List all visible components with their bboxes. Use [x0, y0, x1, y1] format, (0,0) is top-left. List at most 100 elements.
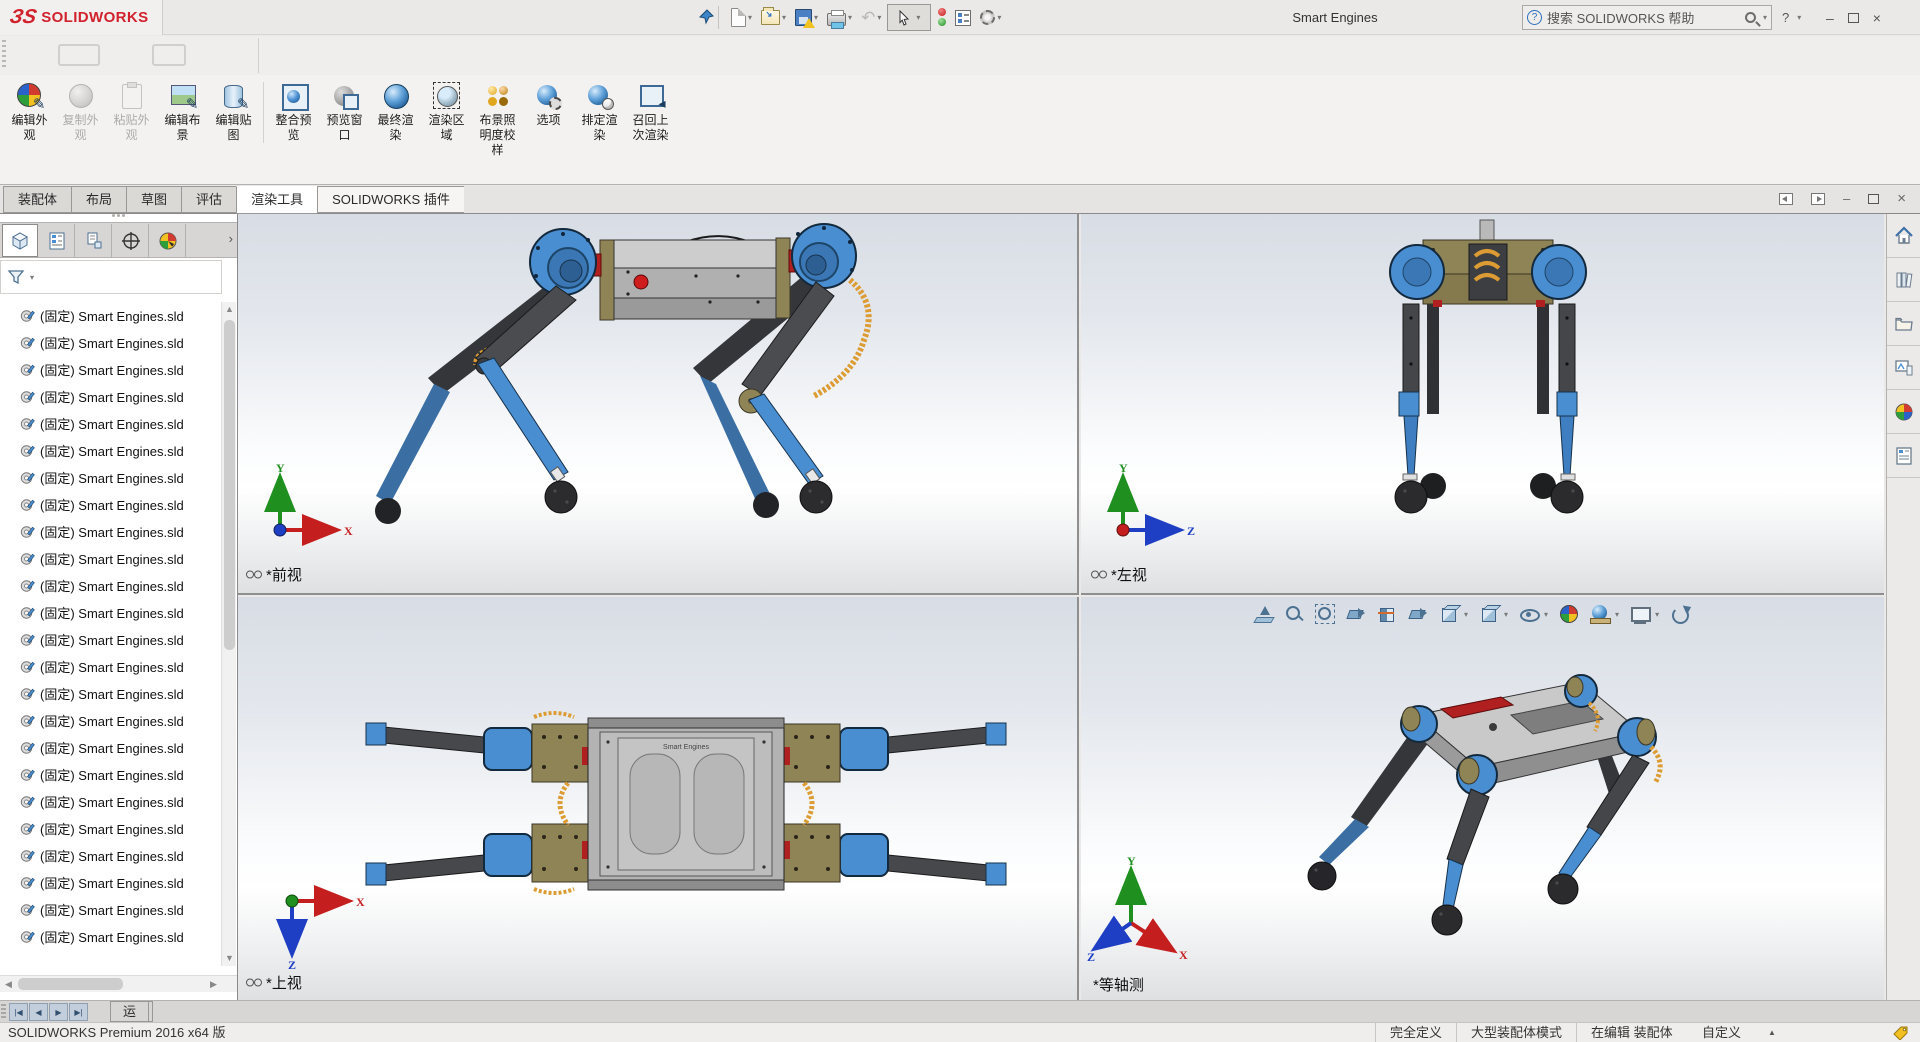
last-tab-button[interactable]: ▶| — [69, 1003, 88, 1021]
chevron-down-icon[interactable]: ▾ — [748, 13, 752, 22]
headsup-button-display-style[interactable]: ▾ — [1477, 602, 1510, 626]
save-button[interactable]: ▾ — [792, 4, 821, 32]
ribbon-button-edit-appearance[interactable]: 编辑外观 — [4, 82, 55, 143]
tree-item[interactable]: (固定) Smart Engines.sld — [0, 626, 222, 653]
ribbon-tab-evaluate[interactable]: 评估 — [181, 186, 236, 213]
chevron-down-icon[interactable]: ▾ — [1655, 610, 1659, 619]
viewport-isometric[interactable]: ▾ ▾ ▾ — [1081, 597, 1884, 1000]
collapse-pane-right-icon[interactable] — [1811, 193, 1825, 205]
tab-dimxpert-manager[interactable] — [113, 224, 149, 257]
viewport-left[interactable]: Y Z *左视 — [1081, 214, 1884, 595]
tree-item[interactable]: (固定) Smart Engines.sld — [0, 869, 222, 896]
chevron-down-icon[interactable]: ▾ — [782, 13, 786, 22]
chevron-down-icon[interactable]: ▾ — [848, 13, 852, 22]
tree-item[interactable]: (固定) Smart Engines.sld — [0, 545, 222, 572]
ribbon-button-recall-last-render[interactable]: 召回上次渲染 — [625, 82, 676, 143]
next-tab-button[interactable]: ▶ — [49, 1003, 68, 1021]
tree-item[interactable]: (固定) Smart Engines.sld — [0, 518, 222, 545]
tab-display-manager[interactable] — [150, 224, 186, 257]
ribbon-button-render-region[interactable]: 渲染区域 — [421, 82, 472, 143]
menu-item[interactable] — [192, 0, 214, 35]
tree-item[interactable]: (固定) Smart Engines.sld — [0, 356, 222, 383]
toolbar-grip[interactable] — [2, 40, 6, 70]
tree-item[interactable]: (固定) Smart Engines.sld — [0, 842, 222, 869]
headsup-button-zoom-to-area[interactable] — [1282, 602, 1306, 626]
document-tab-motion-study[interactable]: 运动算例 1 — [110, 1001, 149, 1022]
headsup-button-rotate-view[interactable] — [1668, 602, 1692, 626]
chevron-down-icon[interactable]: ▾ — [1797, 13, 1801, 22]
custom-properties-tab[interactable] — [1887, 434, 1920, 478]
ribbon-button-final-render[interactable]: 最终渲染 — [370, 82, 421, 143]
open-button[interactable]: ▾ — [758, 4, 789, 32]
scroll-left-icon[interactable]: ◀ — [1, 977, 16, 992]
tree-item[interactable]: (固定) Smart Engines.sld — [0, 788, 222, 815]
graphics-area[interactable]: Y X *前视 — [238, 214, 1884, 1000]
help-button[interactable]: ? — [1782, 10, 1789, 25]
interference-check-button[interactable] — [934, 4, 949, 32]
scrollbar-thumb[interactable] — [224, 320, 235, 650]
property-list-button[interactable] — [952, 4, 974, 32]
tree-item[interactable]: (固定) Smart Engines.sld — [0, 815, 222, 842]
tree-item[interactable]: (固定) Smart Engines.sld — [0, 329, 222, 356]
menu-item[interactable] — [302, 0, 324, 35]
tree-item[interactable]: (固定) Smart Engines.sld — [0, 680, 222, 707]
ribbon-button-paste-appearance[interactable]: 粘贴外观 — [106, 82, 157, 143]
menu-item[interactable] — [258, 0, 280, 35]
tab-property-manager[interactable] — [39, 224, 75, 257]
tree-item[interactable]: (固定) Smart Engines.sld — [0, 302, 222, 329]
customize-caret-icon[interactable]: ▲ — [1768, 1023, 1776, 1042]
tree-item[interactable]: (固定) Smart Engines.sld — [0, 383, 222, 410]
headsup-button-view-settings[interactable]: ▾ — [1628, 602, 1661, 626]
first-tab-button[interactable]: |◀ — [9, 1003, 28, 1021]
file-explorer-tab[interactable] — [1887, 302, 1920, 346]
tab-configuration-manager[interactable] — [76, 224, 112, 257]
select-tool-button[interactable]: ▾ — [887, 4, 931, 31]
help-search-input[interactable]: ? 搜索 SOLIDWORKS 帮助 ▾ — [1522, 5, 1772, 30]
scroll-right-icon[interactable]: ▶ — [206, 977, 221, 992]
tree-item[interactable]: (固定) Smart Engines.sld — [0, 734, 222, 761]
ribbon-button-edit-decal[interactable]: 编辑贴图 — [208, 82, 259, 143]
minimize-button[interactable]: – — [1826, 10, 1834, 26]
scroll-up-icon[interactable]: ▲ — [222, 302, 237, 317]
scroll-down-icon[interactable]: ▼ — [222, 951, 237, 966]
viewport-front[interactable]: Y X *前视 — [238, 214, 1079, 595]
headsup-button-hide-show-items[interactable]: ▾ — [1517, 602, 1550, 626]
headsup-button-zoom-to-fit[interactable] — [1251, 602, 1275, 626]
headsup-button-section-view[interactable] — [1375, 602, 1399, 626]
tree-item[interactable]: (固定) Smart Engines.sld — [0, 491, 222, 518]
tag-icon[interactable] — [1893, 1026, 1909, 1040]
new-document-button[interactable]: ▾ — [728, 4, 755, 32]
ribbon-button-scene-illumination-proof[interactable]: 布景照明度校样 — [472, 82, 523, 158]
print-button[interactable]: ▾ — [824, 4, 855, 32]
chevron-down-icon[interactable]: ▾ — [1544, 610, 1548, 619]
chevron-down-icon[interactable]: ▾ — [916, 13, 920, 22]
chevron-down-icon[interactable]: ▾ — [877, 13, 881, 22]
tree-item[interactable]: (固定) Smart Engines.sld — [0, 707, 222, 734]
search-icon[interactable] — [1745, 12, 1756, 23]
chevron-down-icon[interactable]: ▾ — [30, 273, 34, 282]
viewport-top[interactable]: Smart Engines X Z *上视 — [238, 597, 1079, 1000]
tabbar-grip[interactable] — [1, 1004, 6, 1020]
help-menu[interactable]: ? ▾ — [1782, 0, 1801, 35]
chevron-down-icon[interactable]: ▾ — [997, 13, 1001, 22]
tree-item[interactable]: (固定) Smart Engines.sld — [0, 437, 222, 464]
panel-tab-overflow-button[interactable]: › — [229, 231, 233, 246]
tree-item[interactable]: (固定) Smart Engines.sld — [0, 410, 222, 437]
ribbon-button-edit-scene[interactable]: 编辑布景 — [157, 82, 208, 143]
tree-item[interactable]: (固定) Smart Engines.sld — [0, 896, 222, 923]
ribbon-button-preview-window[interactable]: 预览窗口 — [319, 82, 370, 143]
headsup-button-edit-appearance[interactable] — [1557, 602, 1581, 626]
tree-item[interactable]: (固定) Smart Engines.sld — [0, 653, 222, 680]
doc-minimize-button[interactable]: – — [1843, 191, 1850, 206]
prev-tab-button[interactable]: ◀ — [29, 1003, 48, 1021]
collapse-pane-left-icon[interactable] — [1779, 193, 1793, 205]
appearances-tab[interactable] — [1887, 390, 1920, 434]
ribbon-tab-layout[interactable]: 布局 — [71, 186, 126, 213]
design-library-tab[interactable] — [1887, 258, 1920, 302]
ribbon-button-integrated-preview[interactable]: 整合预览 — [263, 82, 319, 143]
options-button[interactable]: ▾ — [977, 4, 1004, 32]
close-button[interactable]: × — [1873, 10, 1881, 26]
customize-button[interactable]: 自定义 — [1702, 1023, 1741, 1042]
tree-item[interactable]: (固定) Smart Engines.sld — [0, 599, 222, 626]
ribbon-tab-sketch[interactable]: 草图 — [126, 186, 181, 213]
